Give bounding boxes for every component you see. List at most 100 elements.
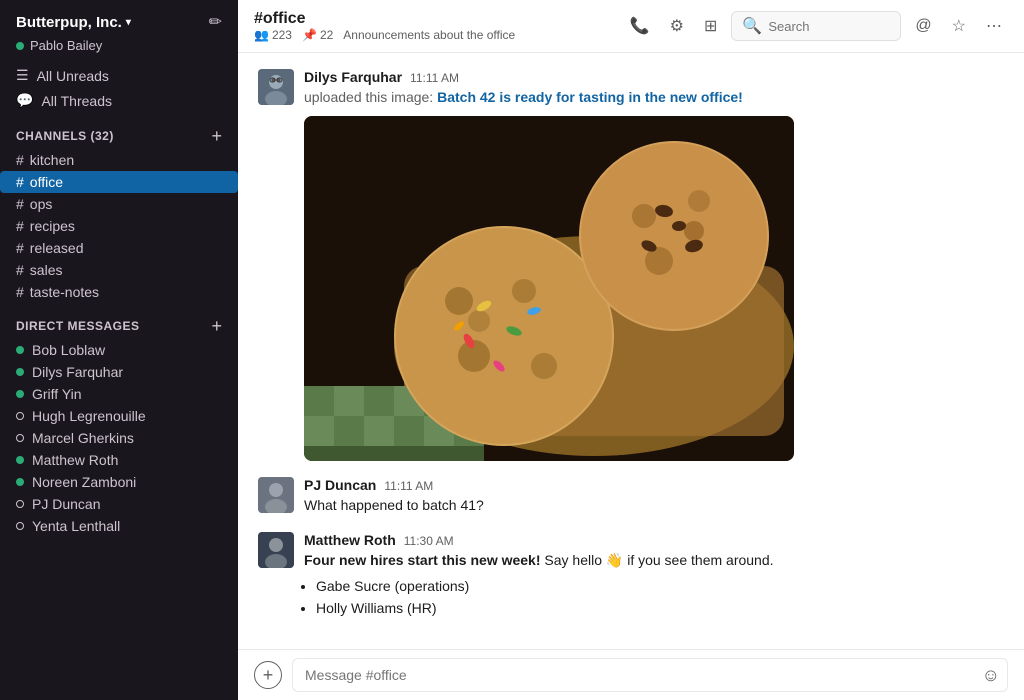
dm-status-dot (16, 478, 24, 486)
main-content: #office 👥 223 📌 22 Announcements about t… (238, 0, 1024, 700)
hash-icon: # (16, 152, 24, 168)
add-dm-btn[interactable]: + (211, 317, 222, 335)
all-threads-label: All Threads (41, 93, 112, 109)
dm-dilys-label: Dilys Farquhar (32, 364, 123, 380)
cookie-image (304, 116, 794, 461)
all-unreads-label: All Unreads (37, 68, 109, 84)
channel-kitchen-label: kitchen (30, 152, 74, 168)
add-attachment-btn[interactable]: + (254, 661, 282, 689)
hash-icon: # (16, 218, 24, 234)
bullet-item-2: Holly Williams (HR) (316, 597, 1004, 619)
nav-all-threads[interactable]: 💬 All Threads (0, 88, 238, 113)
channel-released-label: released (30, 240, 84, 256)
edit-icon-btn[interactable]: ✏ (209, 12, 222, 32)
avatar-dilys (258, 69, 294, 105)
channel-ops[interactable]: # ops (0, 193, 238, 215)
dm-noreen-label: Noreen Zamboni (32, 474, 136, 490)
bullet-item-1: Gabe Sucre (operations) (316, 575, 1004, 597)
message-pj: PJ Duncan 11:11 AM What happened to batc… (258, 477, 1004, 516)
channel-sales[interactable]: # sales (0, 259, 238, 281)
settings-btn[interactable]: ⚙ (664, 12, 690, 40)
message-text-matthew: Four new hires start this new week! Say … (304, 550, 1004, 620)
channel-title-area: #office 👥 223 📌 22 Announcements about t… (254, 10, 515, 42)
dm-matthew[interactable]: Matthew Roth (0, 449, 238, 471)
dm-status-dot (16, 456, 24, 464)
members-icon: 👥 (254, 28, 269, 42)
avatar-pj (258, 477, 294, 513)
message-input-wrapper: ☺ (292, 658, 1008, 692)
channel-released[interactable]: # released (0, 237, 238, 259)
channel-taste-notes[interactable]: # taste-notes (0, 281, 238, 303)
member-count: 👥 223 (254, 28, 292, 42)
dm-marcel[interactable]: Marcel Gherkins (0, 427, 238, 449)
search-input[interactable] (768, 19, 888, 34)
message-header-dilys: Dilys Farquhar 11:11 AM (304, 69, 1004, 85)
at-mention-btn[interactable]: @ (909, 13, 937, 39)
message-text-dilys: uploaded this image: Batch 42 is ready f… (304, 87, 1004, 108)
message-content-dilys: Dilys Farquhar 11:11 AM uploaded this im… (304, 69, 1004, 461)
call-btn[interactable]: 📞 (624, 12, 656, 40)
dm-noreen[interactable]: Noreen Zamboni (0, 471, 238, 493)
dm-bob-label: Bob Loblaw (32, 342, 105, 358)
search-icon: 🔍 (742, 16, 762, 36)
hash-icon: # (16, 174, 24, 190)
user-status: Pablo Bailey (0, 36, 238, 63)
message-time-matthew: 11:30 AM (404, 534, 454, 548)
dm-status-dot (16, 434, 24, 442)
upload-text: uploaded this image: (304, 89, 433, 105)
dm-matthew-label: Matthew Roth (32, 452, 118, 468)
dm-label: DIRECT MESSAGES (16, 319, 140, 333)
message-author-matthew: Matthew Roth (304, 532, 396, 548)
dm-status-dot (16, 412, 24, 420)
channel-office[interactable]: # office (0, 171, 238, 193)
sidebar: Butterpup, Inc. ▾ ✏ Pablo Bailey ☰ All U… (0, 0, 238, 700)
message-content-pj: PJ Duncan 11:11 AM What happened to batc… (304, 477, 1004, 516)
dm-pj-label: PJ Duncan (32, 496, 100, 512)
dm-marcel-label: Marcel Gherkins (32, 430, 134, 446)
search-box[interactable]: 🔍 (731, 11, 901, 41)
message-time-dilys: 11:11 AM (410, 71, 459, 85)
dm-pj[interactable]: PJ Duncan (0, 493, 238, 515)
pin-icon: 📌 (302, 28, 317, 42)
dm-hugh[interactable]: Hugh Legrenouille (0, 405, 238, 427)
channel-description: Announcements about the office (343, 28, 515, 42)
pinned-count: 📌 22 (302, 28, 333, 42)
header-actions: 📞 ⚙ ⊞ 🔍 @ ☆ ⋯ (624, 11, 1008, 41)
add-channel-btn[interactable]: + (211, 127, 222, 145)
message-header-pj: PJ Duncan 11:11 AM (304, 477, 1004, 493)
bullet-list: Gabe Sucre (operations) Holly Williams (… (316, 575, 1004, 620)
channel-recipes[interactable]: # recipes (0, 215, 238, 237)
members-count-label: 223 (272, 28, 292, 42)
user-name: Pablo Bailey (30, 38, 102, 53)
image-link[interactable]: Batch 42 is ready for tasting in the new… (437, 89, 743, 105)
star-btn[interactable]: ☆ (946, 12, 972, 40)
workspace-name[interactable]: Butterpup, Inc. ▾ (16, 14, 131, 31)
dm-griff-yin[interactable]: Griff Yin (0, 383, 238, 405)
dm-section-header: DIRECT MESSAGES + (0, 303, 238, 339)
channel-office-label: office (30, 174, 63, 190)
channel-kitchen[interactable]: # kitchen (0, 149, 238, 171)
dm-yenta[interactable]: Yenta Lenthall (0, 515, 238, 537)
more-options-btn[interactable]: ⋯ (980, 12, 1008, 40)
channel-header: #office 👥 223 📌 22 Announcements about t… (238, 0, 1024, 53)
user-status-dot (16, 42, 24, 50)
message-author-pj: PJ Duncan (304, 477, 376, 493)
dm-status-dot (16, 500, 24, 508)
message-input[interactable] (292, 658, 1008, 692)
channel-sales-label: sales (30, 262, 63, 278)
workspace-label: Butterpup, Inc. (16, 14, 122, 31)
channel-ops-label: ops (30, 196, 53, 212)
layout-btn[interactable]: ⊞ (698, 12, 723, 40)
channels-label: CHANNELS (32) (16, 129, 114, 143)
dm-dilys-farquhar[interactable]: Dilys Farquhar (0, 361, 238, 383)
emoji-btn[interactable]: ☺ (982, 665, 1000, 686)
dm-bob-loblaw[interactable]: Bob Loblaw (0, 339, 238, 361)
hash-icon: # (16, 196, 24, 212)
message-matthew: Matthew Roth 11:30 AM Four new hires sta… (258, 532, 1004, 620)
dm-griff-label: Griff Yin (32, 386, 82, 402)
dm-status-dot (16, 522, 24, 530)
nav-all-unreads[interactable]: ☰ All Unreads (0, 63, 238, 88)
hash-icon: # (16, 240, 24, 256)
message-input-area: + ☺ (238, 649, 1024, 700)
workspace-chevron: ▾ (126, 17, 131, 28)
